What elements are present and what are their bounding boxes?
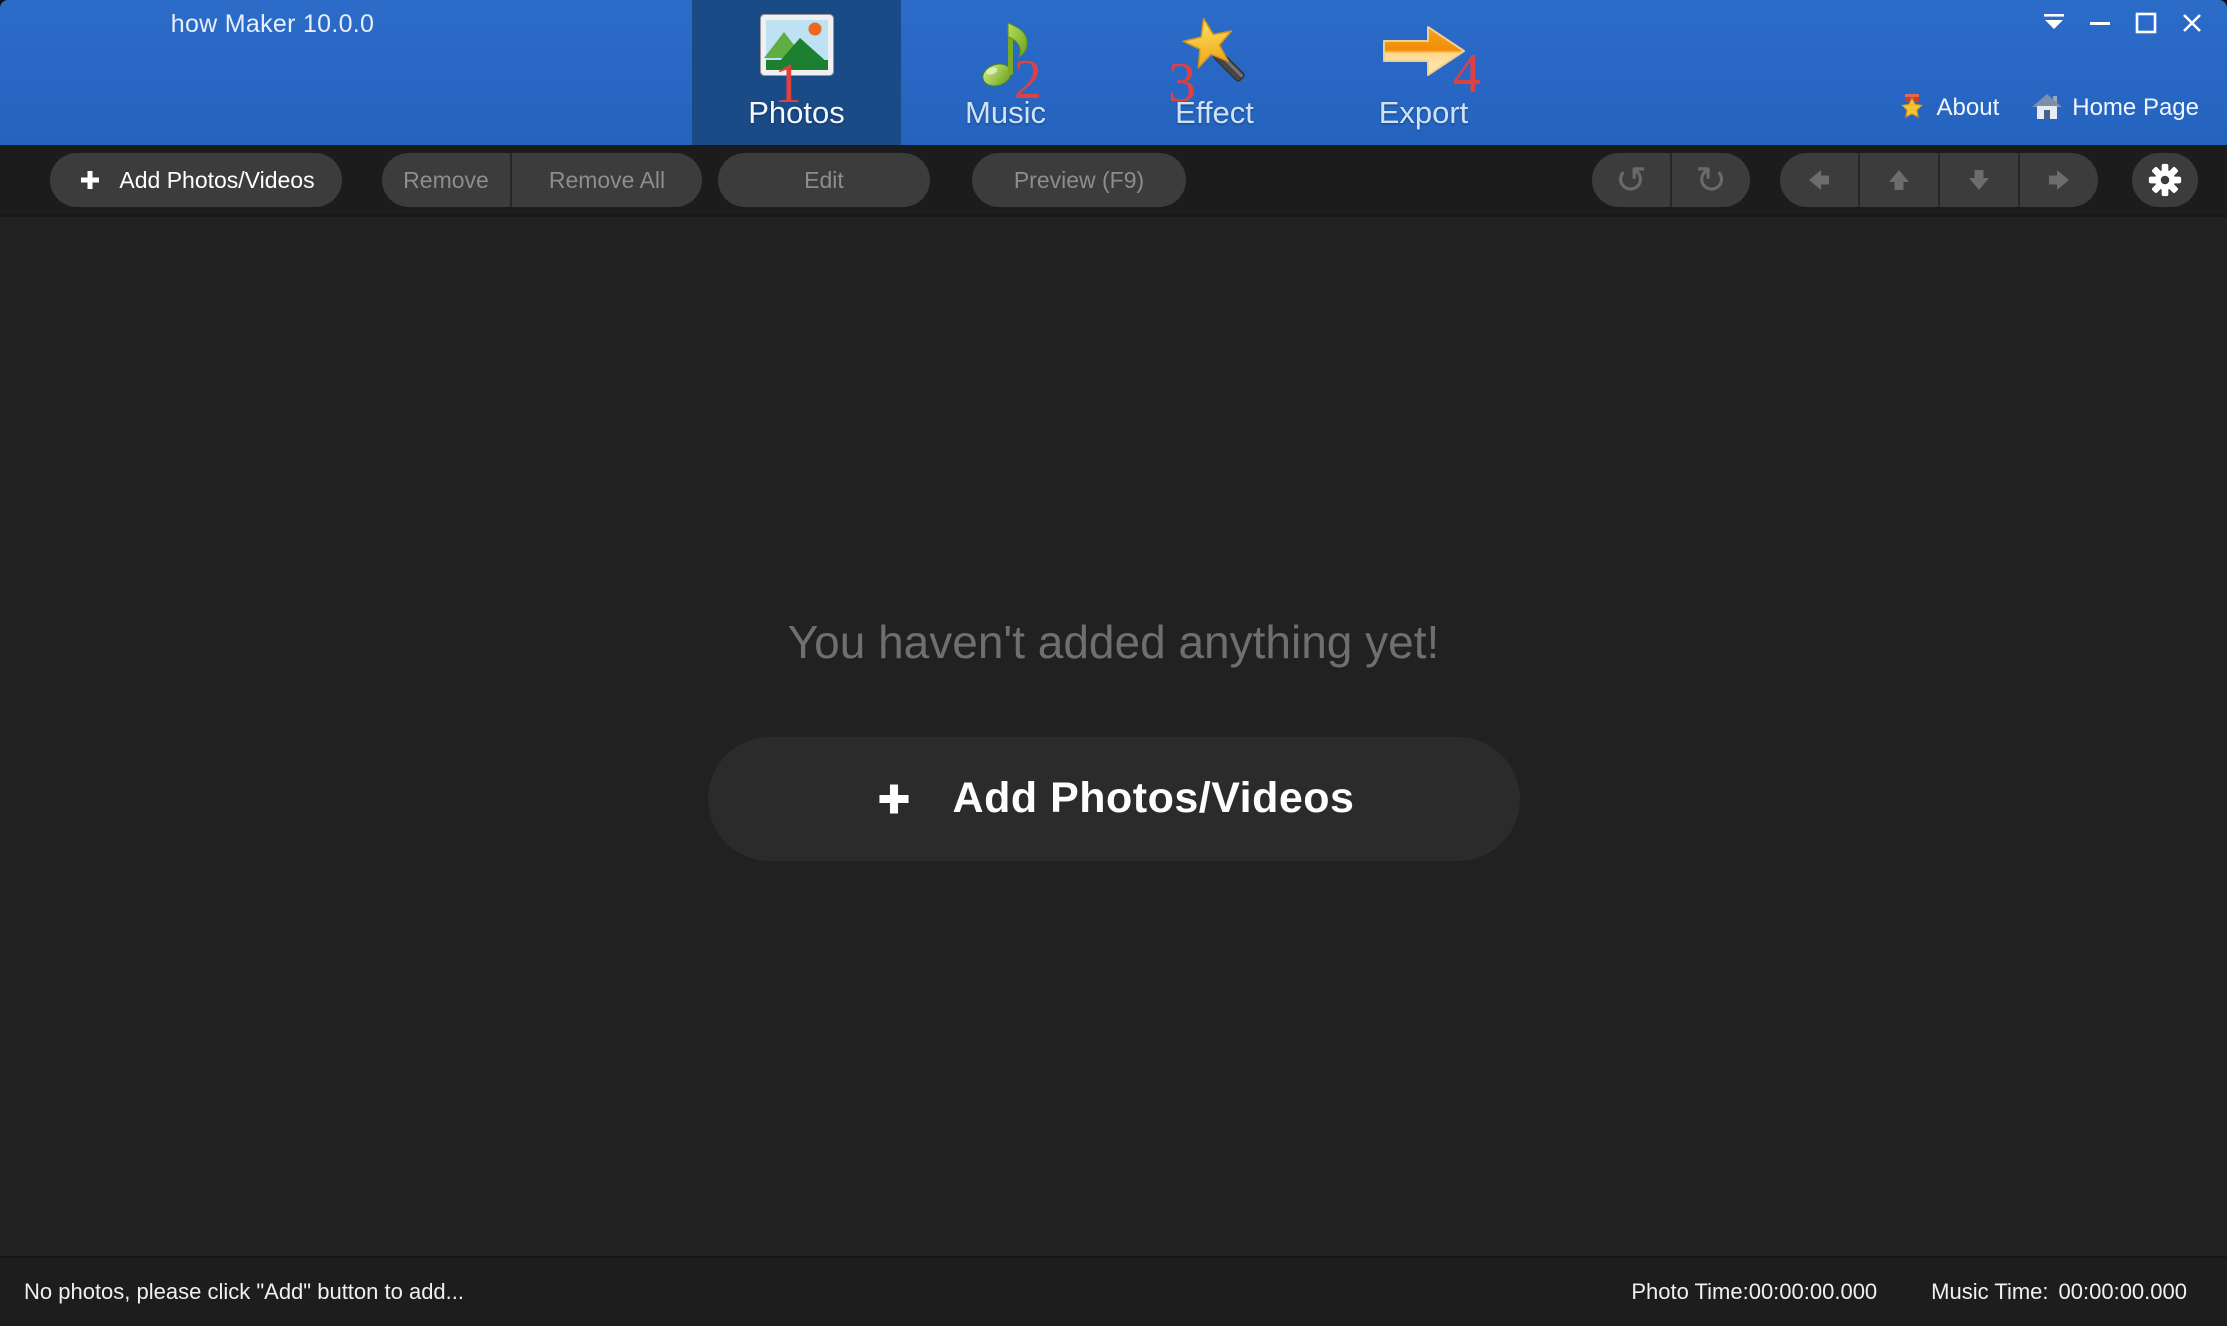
add-photos-videos-main-label: Add Photos/Videos [952, 774, 1355, 822]
minimize-icon[interactable] [2085, 8, 2115, 38]
tab-effect[interactable]: 3 Effect [1110, 0, 1319, 145]
about-link-label: About [1936, 94, 2000, 121]
tab-effect-label: Effect [1175, 95, 1254, 130]
settings-gear-icon[interactable] [2132, 153, 2198, 207]
tab-music[interactable]: 2 Music [901, 0, 1110, 145]
undo-redo-group: ↺ ↻ [1592, 153, 1750, 207]
home-icon [2031, 92, 2063, 124]
homepage-link[interactable]: Home Page [2031, 92, 2199, 124]
plus-icon [873, 778, 915, 820]
photos-icon [759, 14, 834, 76]
toolbar: Add Photos/Videos Remove Remove All Edit… [0, 145, 2227, 217]
export-arrow-icon [1380, 22, 1468, 80]
app-window: how Maker 10.0.0 1 Photos 2 Music 3 Effe… [0, 0, 2227, 1326]
empty-message: You haven't added anything yet! [787, 615, 1440, 668]
tab-photos[interactable]: 1 Photos [692, 0, 901, 145]
about-link[interactable]: About [1896, 92, 2000, 124]
collapse-icon[interactable] [2039, 8, 2069, 38]
tab-export-label: Export [1378, 95, 1469, 130]
magic-wand-icon [1177, 14, 1253, 90]
homepage-link-label: Home Page [2072, 94, 2199, 121]
redo-icon[interactable]: ↻ [1670, 153, 1750, 207]
tab-export[interactable]: 4 Export [1319, 0, 1528, 145]
toolbar-right-icons: ↺ ↻ [1592, 153, 2227, 207]
close-icon[interactable] [2177, 8, 2207, 38]
undo-icon[interactable]: ↺ [1592, 153, 1670, 207]
award-star-icon [1896, 92, 1928, 124]
move-left-icon[interactable] [1780, 153, 1858, 207]
titlebar-links: About Home Page [1896, 92, 2199, 124]
add-photos-videos-button[interactable]: Add Photos/Videos [50, 153, 342, 207]
edit-button[interactable]: Edit [718, 153, 930, 207]
move-right-icon[interactable] [2018, 153, 2098, 207]
photo-list-area: You haven't added anything yet! Add Phot… [0, 217, 2227, 1258]
remove-button[interactable]: Remove [382, 153, 510, 207]
remove-button-group: Remove Remove All [382, 153, 702, 207]
move-up-icon[interactable] [1858, 153, 1938, 207]
tab-music-label: Music [965, 95, 1046, 130]
add-photos-videos-main-button[interactable]: Add Photos/Videos [707, 736, 1520, 861]
window-controls [2039, 8, 2207, 38]
photo-time-value: 00:00:00.000 [1748, 1279, 1878, 1304]
photo-time-label: Photo Time: [1631, 1279, 1749, 1304]
preview-button[interactable]: Preview (F9) [972, 153, 1186, 207]
time-info: Photo Time: 00:00:00.000 Music Time: 00:0… [1631, 1279, 2187, 1305]
add-photos-videos-label: Add Photos/Videos [119, 166, 315, 193]
statusbar: No photos, please click "Add" button to … [0, 1256, 2227, 1326]
move-arrows-group [1780, 153, 2098, 207]
status-message: No photos, please click "Add" button to … [24, 1279, 464, 1304]
titlebar: how Maker 10.0.0 1 Photos 2 Music 3 Effe… [0, 0, 2227, 145]
music-note-icon [978, 14, 1034, 90]
tab-photos-label: Photos [748, 95, 845, 130]
window-title: how Maker 10.0.0 [170, 10, 375, 38]
music-time-label: Music Time: [1931, 1279, 2049, 1304]
move-down-icon[interactable] [1938, 153, 2018, 207]
plus-icon [77, 167, 103, 193]
music-time-value: 00:00:00.000 [2058, 1279, 2187, 1304]
main-tabs: 1 Photos 2 Music 3 Effect 4 Export [692, 0, 1528, 145]
maximize-icon[interactable] [2131, 8, 2161, 38]
remove-all-button[interactable]: Remove All [510, 153, 702, 207]
